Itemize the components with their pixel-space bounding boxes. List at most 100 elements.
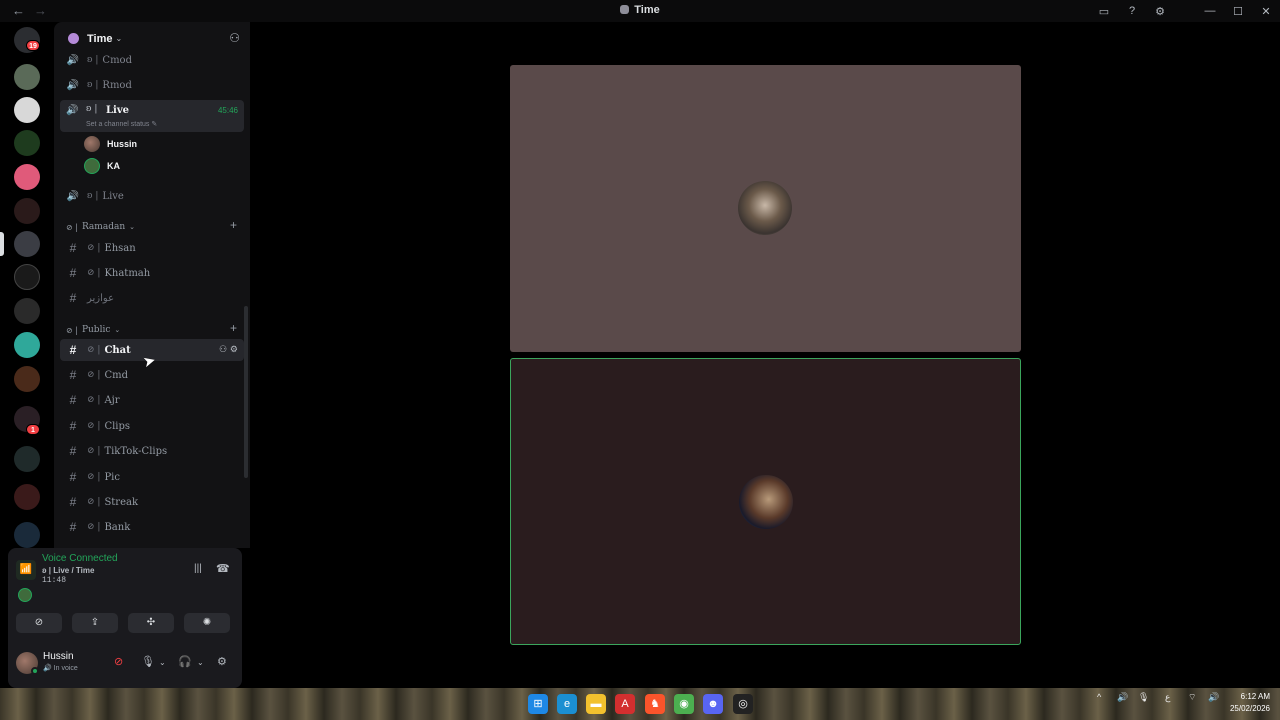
voice-channel-rmod[interactable]: 🔊 ʚ | Rmod	[60, 74, 244, 96]
server-icon-6[interactable]	[14, 264, 40, 290]
tray-mic-icon[interactable]: 🎙	[1138, 692, 1149, 703]
microphone-icon[interactable]: 🎙	[141, 655, 155, 668]
inbox-icon[interactable]: ▭	[1090, 5, 1118, 18]
headset-options-chevron-icon[interactable]: ⌄	[197, 658, 204, 667]
server-folder-3[interactable]	[14, 446, 40, 472]
channel-prefix: ⊘ |	[87, 472, 101, 482]
window-title: Time	[0, 4, 1280, 16]
discord-icon[interactable]: ☻	[703, 694, 723, 714]
channel-prefix: ⊘ |	[87, 446, 101, 456]
call-timer: 45:46	[217, 106, 238, 115]
user-settings-gear-icon[interactable]: ⚙	[217, 655, 227, 668]
text-channel-khatmah[interactable]: # ⊘ | Khatmah	[60, 262, 244, 284]
category-ramadan[interactable]: ⊘ | Ramadan ⌄	[66, 220, 135, 234]
server-folder-1[interactable]	[14, 366, 40, 392]
server-icon-4[interactable]	[14, 164, 40, 190]
hash-icon: #	[69, 291, 77, 305]
mic-options-chevron-icon[interactable]: ⌄	[159, 658, 166, 667]
server-icon-3[interactable]	[14, 130, 40, 156]
server-icon-5[interactable]	[14, 198, 40, 224]
user-name[interactable]: Hussin	[43, 651, 74, 662]
server-icon-2[interactable]	[14, 97, 40, 123]
channel-name: Bank	[104, 521, 131, 533]
tray-overflow-chevron-icon[interactable]: ^	[1097, 692, 1101, 702]
channel-name: Clips	[104, 420, 131, 432]
minimize-icon[interactable]: —	[1196, 5, 1224, 17]
edge-icon[interactable]: e	[557, 694, 577, 714]
settings-shield-icon[interactable]: ⚙	[1146, 5, 1174, 18]
close-icon[interactable]: ✕	[1252, 5, 1280, 18]
text-channel-awazir[interactable]: # عوازير	[60, 287, 244, 309]
invite-people-icon[interactable]: ⚇	[229, 31, 240, 45]
channel-name: Rmod	[102, 79, 132, 91]
participant-tile-ka[interactable]	[510, 65, 1021, 352]
activities-button[interactable]: ✣	[128, 613, 174, 633]
create-channel-plus-icon[interactable]: +	[230, 321, 237, 335]
hash-icon: #	[69, 470, 77, 484]
tray-language-icon[interactable]: ع	[1165, 692, 1170, 703]
server-icon-7[interactable]	[14, 298, 40, 324]
help-icon[interactable]: ?	[1118, 5, 1146, 17]
participant-tile-hussin-speaking[interactable]	[510, 358, 1021, 645]
soundboard-button[interactable]: ✺	[184, 613, 230, 633]
voice-channel-live-connected[interactable]: 🔊 ʚ | Live 45:46 Set a channel status ✎	[60, 100, 244, 132]
channel-prefix: ʚ |	[87, 191, 99, 201]
server-icon-1[interactable]	[14, 64, 40, 90]
text-channel-clips[interactable]: # ⊘ | Clips	[60, 415, 244, 437]
text-channel-pic[interactable]: # ⊘ | Pic	[60, 466, 244, 488]
file-explorer-icon[interactable]: ▬	[586, 694, 606, 714]
camera-off-button[interactable]: ⊘	[16, 613, 62, 633]
disconnect-icon[interactable]: ☎	[216, 562, 230, 575]
tray-wifi-icon[interactable]: ⌔	[1188, 692, 1196, 703]
server-folder-5[interactable]	[14, 522, 40, 548]
windows-start-icon[interactable]: ⊞	[528, 694, 548, 714]
channel-prefix: ⊘ |	[87, 345, 101, 355]
channel-prefix: ⊘ |	[87, 522, 101, 532]
voice-user-ka[interactable]: KA	[84, 156, 120, 176]
title-bar: ← → Time ▭ ? ⚙ — ☐ ✕	[0, 0, 1280, 22]
channel-name: Streak	[104, 496, 139, 508]
invite-member-icon[interactable]: ⚇	[219, 345, 227, 355]
brave-icon[interactable]: ♞	[645, 694, 665, 714]
channel-prefix: ʚ |	[87, 80, 99, 90]
tray-volume-icon[interactable]: 🔊	[1117, 692, 1128, 703]
voice-connected-label[interactable]: Voice Connected	[42, 553, 118, 564]
channel-sidebar: Time ⌄ ⚇ 🔊 ʚ | Cmod 🔊 ʚ | Rmod 🔊 ʚ | Liv…	[54, 22, 250, 548]
dm-unread-badge: 19	[26, 40, 40, 51]
server-icon-time[interactable]	[14, 231, 40, 257]
clock-date: 25/02/2026	[1229, 704, 1270, 713]
channel-status-placeholder[interactable]: Set a channel status ✎	[86, 120, 157, 128]
voice-call-stage	[250, 22, 1280, 688]
taskbar-clock[interactable]: 6:12 AM 25/02/2026	[1230, 691, 1270, 715]
text-channel-bank[interactable]: # ⊘ | Bank	[60, 516, 244, 538]
text-channel-streak[interactable]: # ⊘ | Streak	[60, 491, 244, 513]
channel-name: Ehsan	[104, 242, 136, 254]
sidebar-scrollbar[interactable]	[244, 306, 248, 478]
chrome-icon[interactable]: ◉	[674, 694, 694, 714]
headphones-icon[interactable]: 🎧	[178, 655, 192, 668]
category-public[interactable]: ⊘ | Public ⌄	[66, 323, 120, 337]
voice-elapsed-time: 11:48	[42, 576, 67, 585]
channel-name: Chat	[104, 344, 131, 356]
text-channel-tiktok-clips[interactable]: # ⊘ | TikTok-Clips	[60, 440, 244, 462]
voice-channel-live-2[interactable]: 🔊 ʚ | Live	[60, 185, 244, 207]
voice-channel-cmod[interactable]: 🔊 ʚ | Cmod	[60, 49, 244, 71]
obs-icon[interactable]: ◎	[733, 694, 753, 714]
camera-off-icon[interactable]: ⊘	[114, 655, 123, 668]
maximize-icon[interactable]: ☐	[1224, 5, 1252, 18]
tray-speaker-icon[interactable]: 🔊	[1208, 692, 1219, 703]
voice-user-hussin[interactable]: Hussin	[84, 134, 137, 154]
channel-name: Pic	[104, 471, 120, 483]
acrobat-icon[interactable]: A	[615, 694, 635, 714]
server-folder-4[interactable]	[14, 484, 40, 510]
gear-icon[interactable]: ⚙	[230, 345, 238, 355]
noise-suppression-icon[interactable]: |||	[194, 563, 202, 574]
share-screen-button[interactable]: ⇪	[72, 613, 118, 633]
voice-channel-path[interactable]: ʚ | Live / Time	[42, 566, 94, 575]
server-icon-8[interactable]	[14, 332, 40, 358]
signal-icon[interactable]: 📶	[16, 560, 36, 580]
text-channel-ajr[interactable]: # ⊘ | Ajr	[60, 389, 244, 411]
text-channel-ehsan[interactable]: # ⊘ | Ehsan	[60, 237, 244, 259]
speaker-icon: 🔊	[43, 665, 52, 672]
create-channel-plus-icon[interactable]: +	[230, 218, 237, 232]
